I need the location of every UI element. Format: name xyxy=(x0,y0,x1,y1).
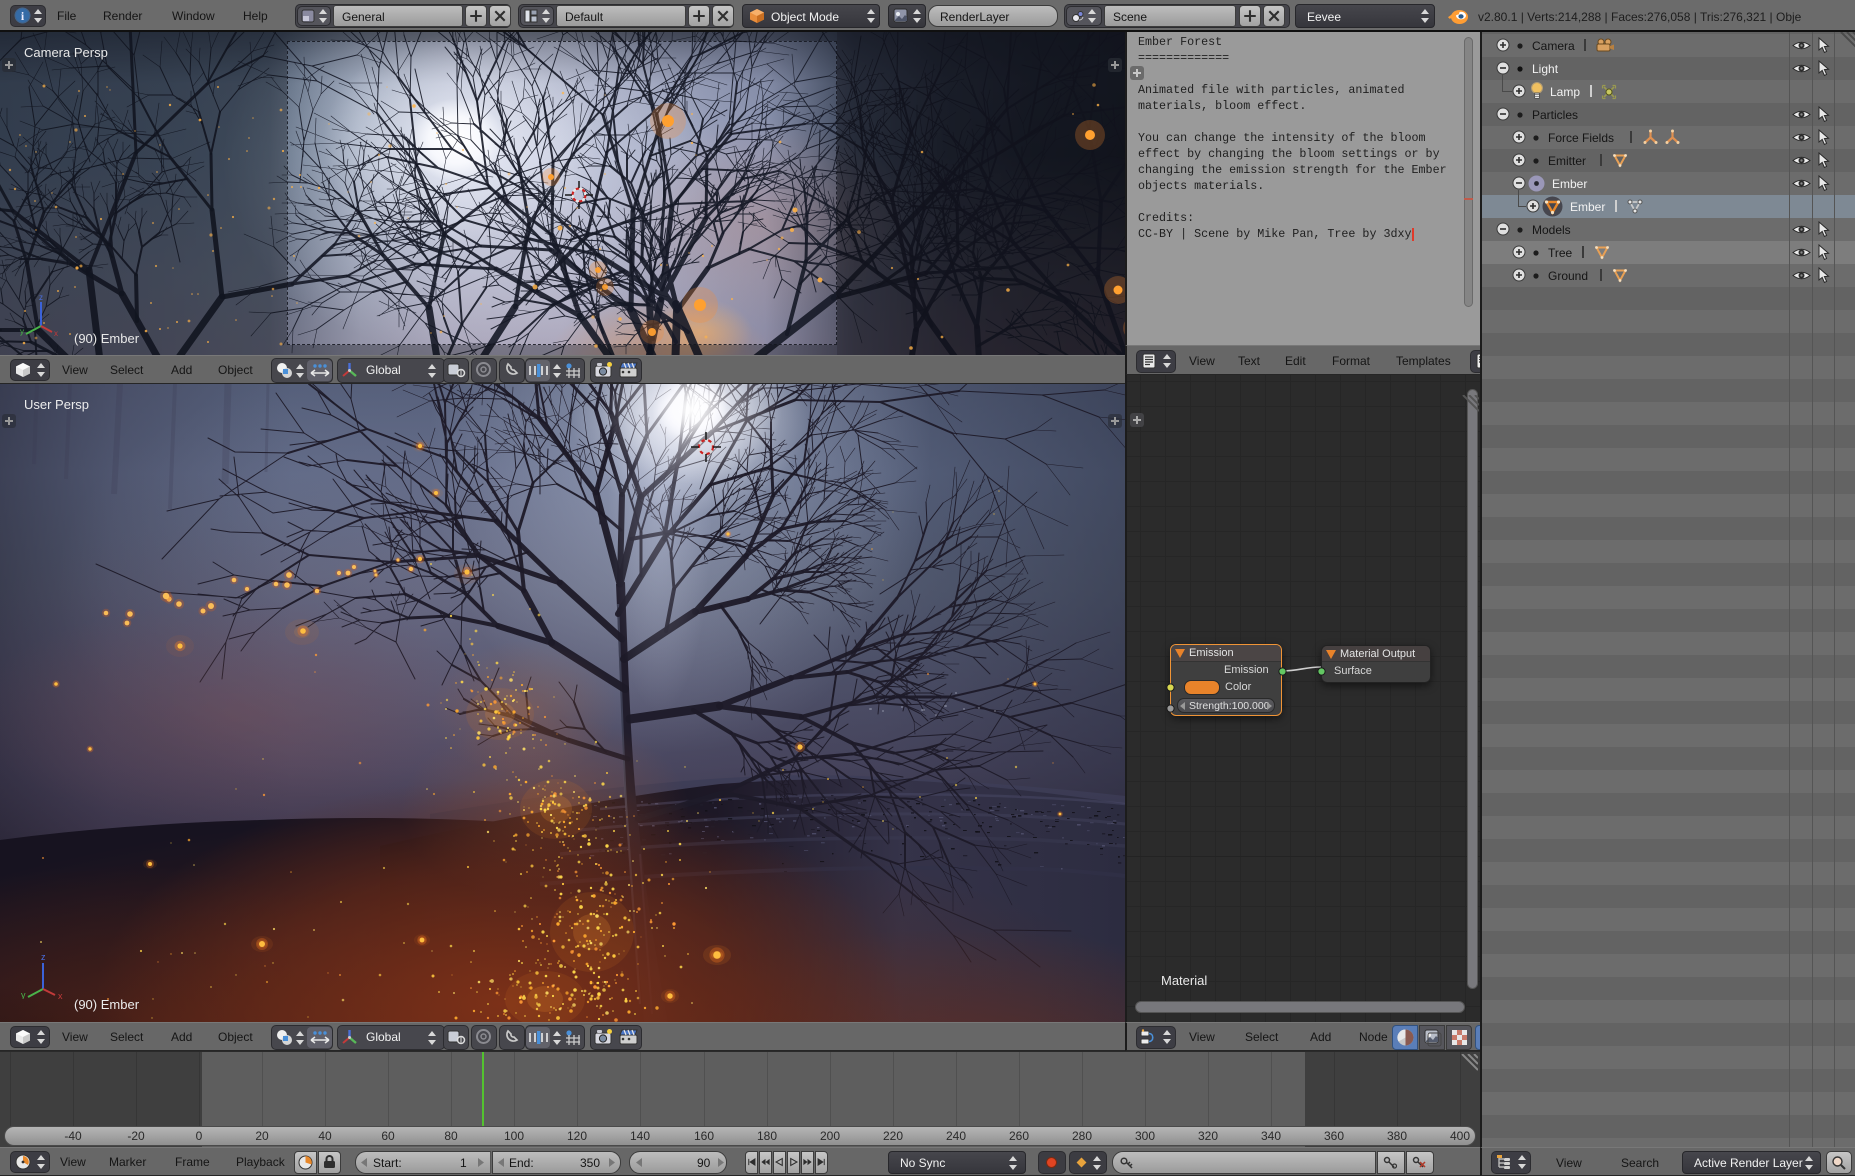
svg-text:z: z xyxy=(41,952,46,962)
svg-text:x: x xyxy=(58,991,63,999)
svg-text:y: y xyxy=(20,327,24,336)
svg-text:y: y xyxy=(21,990,26,999)
svg-text:x: x xyxy=(54,329,58,336)
svg-text:z: z xyxy=(39,293,43,302)
